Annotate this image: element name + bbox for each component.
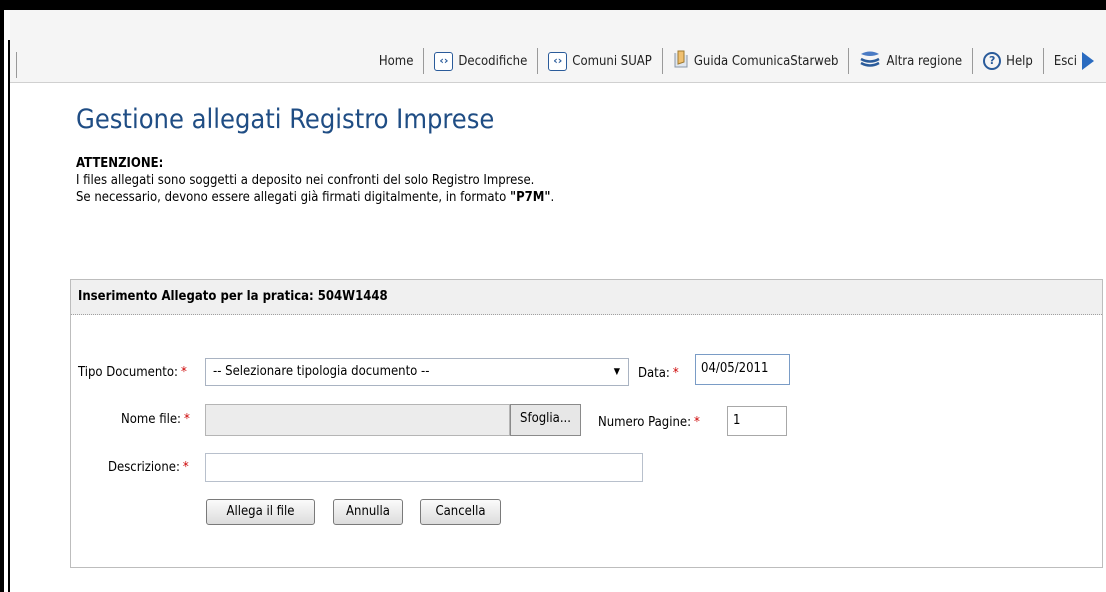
- nav-item-home[interactable]: Home: [369, 48, 424, 74]
- notice-format: "P7M": [509, 190, 551, 205]
- sfoglia-button[interactable]: Sfoglia...: [510, 404, 581, 436]
- notice-line-2-text: Se necessario, devono essere allegati gi…: [76, 190, 510, 205]
- annulla-button[interactable]: Annulla: [333, 499, 403, 525]
- code-icon: ‹›: [434, 51, 454, 71]
- tipo-documento-select[interactable]: -- Selezionare tipologia documento -- ▼: [205, 358, 629, 386]
- arrow-right-icon: [1082, 52, 1094, 70]
- required-mark: *: [183, 412, 190, 427]
- cancella-button[interactable]: Cancella: [420, 499, 501, 525]
- data-input[interactable]: 04/05/2011: [695, 354, 790, 385]
- nav-item-label: Home: [378, 53, 414, 69]
- nav-item-label: Altra regione: [886, 53, 963, 69]
- required-mark: *: [672, 366, 679, 381]
- nav-item-altra-regione[interactable]: Altra regione: [849, 48, 972, 74]
- chevron-down-icon: ▼: [613, 367, 620, 377]
- page-title: Gestione allegati Registro Imprese: [76, 104, 495, 135]
- numero-pagine-label-text: Numero Pagine:: [598, 415, 692, 430]
- numero-pagine-input[interactable]: 1: [727, 406, 787, 436]
- tipo-documento-label-text: Tipo Documento:: [78, 365, 178, 380]
- notice-heading: ATTENZIONE:: [76, 156, 164, 171]
- notice-line-2-end: .: [550, 190, 555, 205]
- data-label: Data: *: [638, 366, 679, 381]
- required-mark: *: [180, 365, 187, 380]
- descrizione-label: Descrizione: *: [108, 460, 189, 475]
- tipo-documento-label: Tipo Documento: *: [78, 365, 187, 380]
- numero-pagine-label: Numero Pagine: *: [598, 415, 700, 430]
- required-mark: *: [182, 460, 189, 475]
- nav-item-label: Help: [1006, 53, 1033, 69]
- nav-item-esci[interactable]: Esci: [1044, 48, 1106, 74]
- attachment-form-panel: Inserimento Allegato per la pratica: 504…: [70, 279, 1103, 568]
- window-frame-inner-left: [8, 40, 10, 592]
- nome-file-label-text: Nome file:: [121, 412, 181, 427]
- notice-block: ATTENZIONE: I files allegati sono sogget…: [76, 155, 554, 206]
- nav-menu: Home ‹› Decodifiche ‹› Comuni SUAP Guida…: [369, 44, 1106, 78]
- tipo-documento-value: -- Selezionare tipologia documento --: [213, 364, 430, 379]
- nome-file-label: Nome file: *: [121, 412, 190, 427]
- allega-file-button[interactable]: Allega il file: [206, 499, 315, 525]
- data-label-text: Data:: [638, 366, 670, 381]
- top-navigation-bar: Home ‹› Decodifiche ‹› Comuni SUAP Guida…: [10, 10, 1106, 83]
- nav-item-help[interactable]: ? Help: [973, 48, 1043, 74]
- nav-item-guida[interactable]: Guida ComunicaStarweb: [663, 48, 849, 74]
- nav-item-label: Decodifiche: [458, 53, 528, 69]
- required-mark: *: [694, 415, 700, 430]
- code-icon: ‹›: [548, 51, 568, 71]
- notice-line-1: I files allegati sono soggetti a deposit…: [76, 173, 535, 188]
- window-frame-top: [0, 0, 1106, 10]
- nome-file-input[interactable]: [205, 404, 510, 436]
- window-frame-left: [0, 0, 4, 592]
- nav-item-label: Comuni SUAP: [572, 53, 652, 69]
- nav-item-decodifiche[interactable]: ‹› Decodifiche: [424, 48, 537, 74]
- panel-header: Inserimento Allegato per la pratica: 504…: [71, 280, 1102, 315]
- divider: [16, 52, 17, 78]
- notice-line-2: Se necessario, devono essere allegati gi…: [76, 189, 554, 206]
- descrizione-input[interactable]: [205, 453, 643, 482]
- help-icon: ?: [983, 52, 1002, 70]
- layers-icon: [859, 50, 881, 72]
- document-icon: [673, 50, 689, 72]
- nav-item-label: Guida ComunicaStarweb: [693, 53, 839, 69]
- descrizione-label-text: Descrizione:: [108, 460, 180, 475]
- nav-item-label: Esci: [1053, 53, 1077, 69]
- nav-item-comuni-suap[interactable]: ‹› Comuni SUAP: [538, 48, 662, 74]
